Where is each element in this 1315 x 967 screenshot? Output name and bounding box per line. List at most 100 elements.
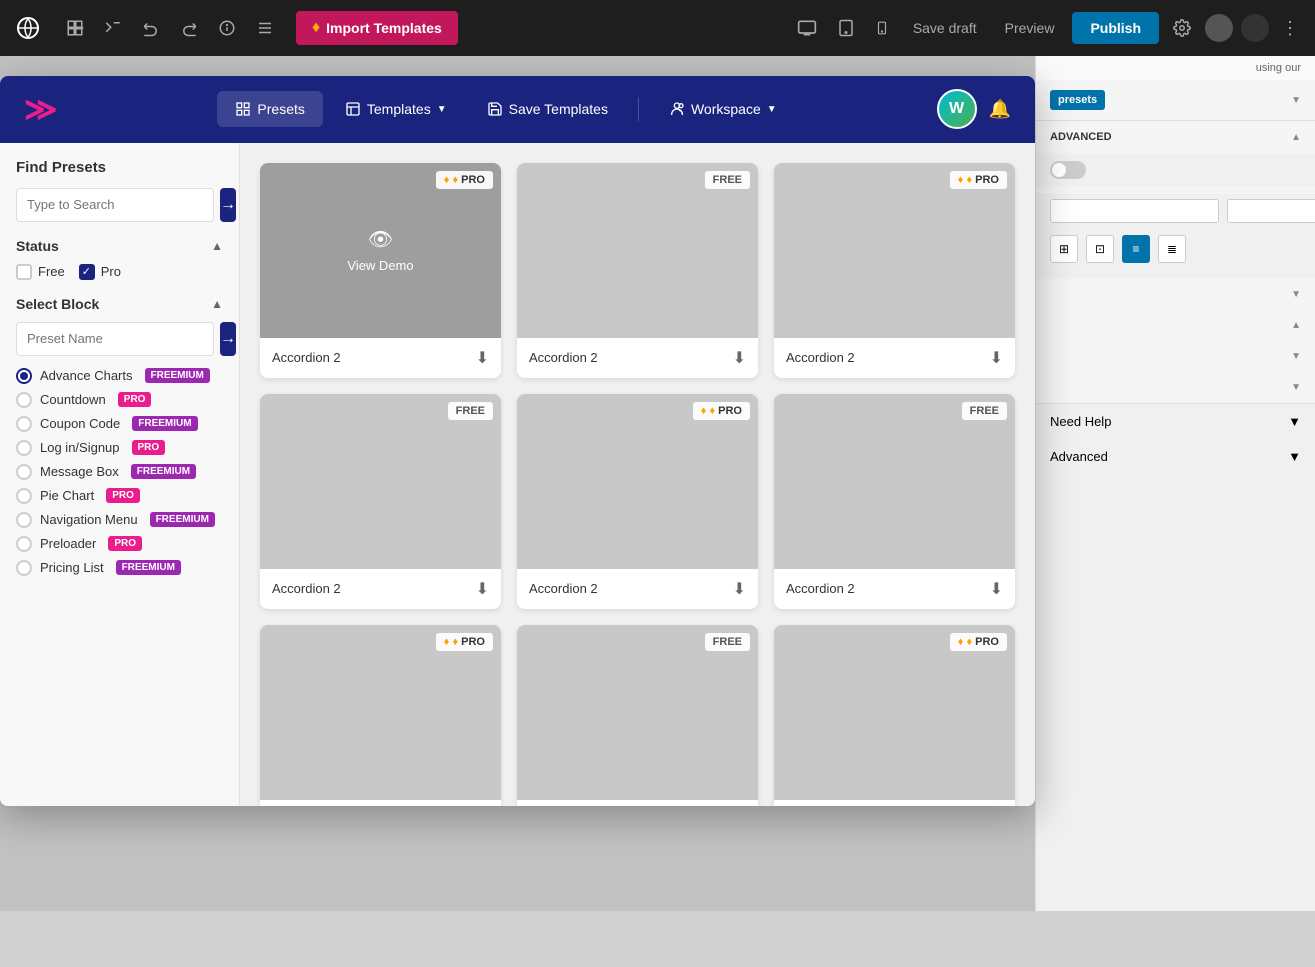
download-button-3[interactable]: ⬇ (476, 579, 489, 599)
undo-button[interactable] (136, 13, 166, 43)
modal-nav-right: W 🔔 (937, 89, 1011, 129)
content-area: 👁View Demo♦ PROAccordion 2⬇FREEAccordion… (240, 143, 1035, 806)
rs-layout-btn-3[interactable]: ≡ (1122, 235, 1150, 263)
status-chevron[interactable]: ▲ (211, 239, 223, 253)
block-badge-5: PRO (106, 488, 140, 503)
rs-sub-section-3[interactable]: ▼ (1036, 341, 1315, 372)
rs-layout-btn-2[interactable]: ⊡ (1086, 235, 1114, 263)
block-item[interactable]: CountdownPRO (16, 392, 223, 408)
admin-bar: ♦ Import Templates Save draft Preview Pu… (0, 0, 1315, 56)
block-item[interactable]: Navigation MenuFREEMIUM (16, 512, 223, 528)
rs-sub-section-2[interactable]: ▲ (1036, 310, 1315, 341)
download-button-5[interactable]: ⬇ (990, 579, 1003, 599)
rs-need-help[interactable]: Need Help ▼ (1036, 404, 1315, 439)
block-item[interactable]: Pricing ListFREEMIUM (16, 560, 223, 576)
block-radio-7[interactable] (16, 536, 32, 552)
nav-workspace[interactable]: Workspace ▼ (651, 91, 795, 127)
download-button-1[interactable]: ⬇ (733, 348, 746, 368)
block-chevron[interactable]: ▲ (211, 297, 223, 311)
download-button-4[interactable]: ⬇ (733, 579, 746, 599)
preset-name-2: Accordion 2 (786, 350, 855, 365)
block-item[interactable]: Message BoxFREEMIUM (16, 464, 223, 480)
rs-text-input-1[interactable] (1050, 199, 1219, 223)
status-options: Free Pro (16, 264, 223, 280)
nav-templates[interactable]: Templates ▼ (327, 91, 465, 127)
rs-presets-header[interactable]: presets ▼ (1036, 80, 1315, 120)
user-avatar (1205, 14, 1233, 42)
block-list: Advance ChartsFREEMIUM CountdownPRO Coupon… (16, 368, 223, 576)
diamond-icon: ♦ (312, 19, 320, 37)
tools-button[interactable] (98, 13, 128, 43)
block-item[interactable]: Advance ChartsFREEMIUM (16, 368, 223, 384)
select-block-section: Select Block ▲ (16, 296, 223, 312)
block-item[interactable]: PreloaderPRO (16, 536, 223, 552)
publish-button[interactable]: Publish (1072, 12, 1159, 44)
preset-footer-7: Accordion 2⬇ (517, 800, 758, 806)
block-radio-1[interactable] (16, 392, 32, 408)
preview-button[interactable]: Preview (995, 14, 1065, 42)
preset-card-2: ♦ PROAccordion 2⬇ (774, 163, 1015, 378)
bell-icon[interactable]: 🔔 (989, 99, 1011, 120)
desktop-view-button[interactable] (791, 12, 823, 44)
search-button[interactable]: → (220, 188, 236, 222)
user-avatar-2 (1241, 14, 1269, 42)
preset-name-1: Accordion 2 (529, 350, 598, 365)
modal: ≫ Presets Templates ▼ Save Templates (0, 76, 1035, 806)
rs-text-row-1 (1036, 195, 1315, 227)
download-button-0[interactable]: ⬇ (476, 348, 489, 368)
rs-layout-btn-1[interactable]: ⊞ (1050, 235, 1078, 263)
rs-top-text: using our (1036, 56, 1315, 80)
diamond-icon: ♦ (452, 636, 458, 648)
block-radio-2[interactable] (16, 416, 32, 432)
block-radio-3[interactable] (16, 440, 32, 456)
preset-tag-7: FREE (705, 633, 750, 651)
need-help-chevron: ▼ (1288, 414, 1301, 429)
redo-button[interactable] (174, 13, 204, 43)
view-demo-0[interactable]: 👁View Demo (347, 227, 413, 273)
block-item[interactable]: Coupon CodeFREEMIUM (16, 416, 223, 432)
advanced-chevron: ▼ (1288, 449, 1301, 464)
nav-presets[interactable]: Presets (217, 91, 322, 127)
info-button[interactable] (212, 13, 242, 43)
list-button[interactable] (250, 13, 280, 43)
block-item[interactable]: Log in/SignupPRO (16, 440, 223, 456)
rs-text-input-2[interactable] (1227, 199, 1315, 223)
preset-thumb-4: ♦ PRO (517, 394, 758, 569)
preset-tag-3: FREE (448, 402, 493, 420)
preset-name-input[interactable] (16, 322, 214, 356)
block-radio-8[interactable] (16, 560, 32, 576)
block-label-6: Navigation Menu (40, 512, 138, 527)
rs-toggle[interactable] (1050, 161, 1086, 179)
more-options-button[interactable]: ⋮ (1277, 14, 1303, 43)
preset-tag-1: FREE (705, 171, 750, 189)
add-block-button[interactable] (60, 13, 90, 43)
search-input[interactable] (16, 188, 214, 222)
settings-button[interactable] (1167, 13, 1197, 43)
rs-advanced-header[interactable]: ADVANCED ▲ (1036, 121, 1315, 153)
download-button-2[interactable]: ⬇ (990, 348, 1003, 368)
free-checkbox[interactable] (16, 264, 32, 280)
nav-save-templates[interactable]: Save Templates (469, 91, 626, 127)
status-free[interactable]: Free (16, 264, 65, 280)
rs-advanced-bottom[interactable]: Advanced ▼ (1036, 439, 1315, 474)
tablet-view-button[interactable] (831, 12, 861, 44)
preset-tag-4: ♦ PRO (693, 402, 750, 420)
block-radio-5[interactable] (16, 488, 32, 504)
rs-layout-btn-4[interactable]: ≣ (1158, 235, 1186, 263)
import-templates-button[interactable]: ♦ Import Templates (296, 11, 458, 45)
preset-search-button[interactable]: → (220, 322, 236, 356)
rs-sub-section-1[interactable]: ▼ (1036, 279, 1315, 310)
status-pro[interactable]: Pro (79, 264, 121, 280)
pro-checkbox[interactable] (79, 264, 95, 280)
rs-advanced-section: ADVANCED ▲ ⊞ ⊡ ≡ ≣ ▼ (1036, 121, 1315, 404)
preset-name-3: Accordion 2 (272, 581, 341, 596)
mobile-view-button[interactable] (869, 12, 895, 44)
preset-tag-6: ♦ PRO (436, 633, 493, 651)
block-radio-4[interactable] (16, 464, 32, 480)
rs-sub-section-4[interactable]: ▼ (1036, 372, 1315, 403)
preset-footer-0: Accordion 2⬇ (260, 338, 501, 378)
block-item[interactable]: Pie ChartPRO (16, 488, 223, 504)
block-radio-0[interactable] (16, 368, 32, 384)
save-draft-button[interactable]: Save draft (903, 14, 987, 42)
block-radio-6[interactable] (16, 512, 32, 528)
